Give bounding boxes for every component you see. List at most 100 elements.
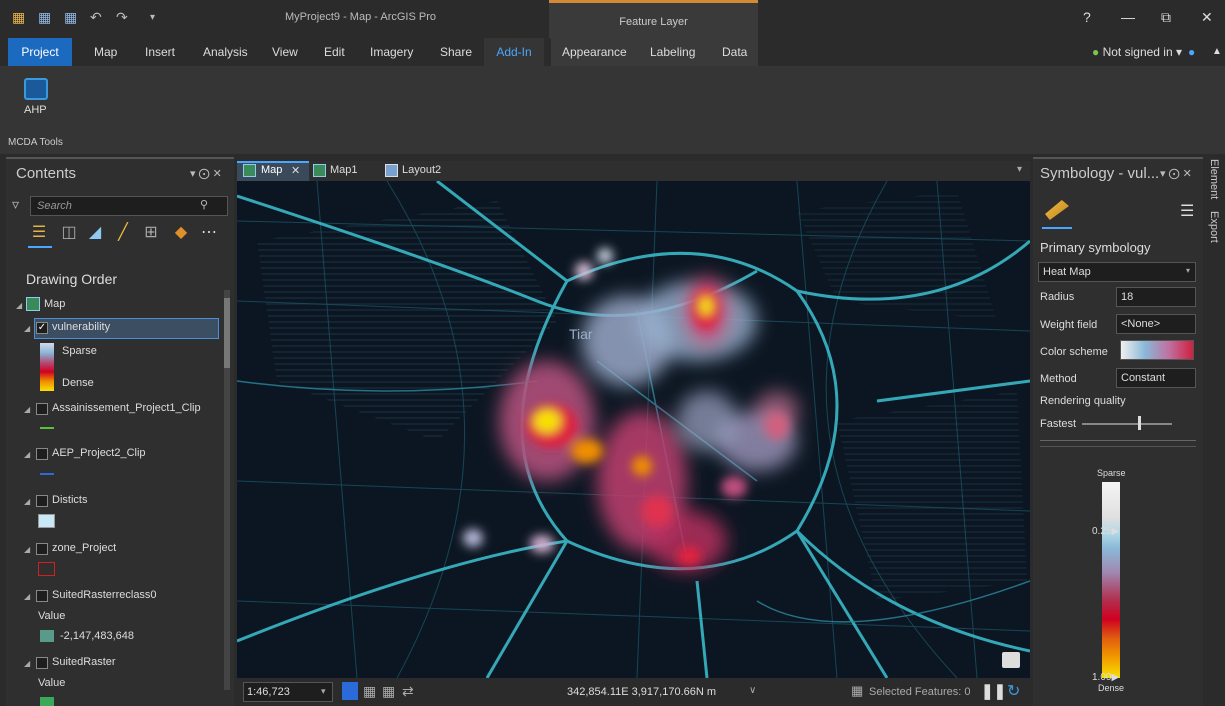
expand-vulnerability-icon[interactable]: ◢	[24, 324, 30, 333]
refresh-icon[interactable]: ↻	[1007, 681, 1020, 701]
contents-pane-controls[interactable]: ▾ ⨀ ✕	[190, 167, 222, 180]
more-icon[interactable]: ⋯	[200, 224, 218, 242]
menu-icon[interactable]: ☰	[1180, 201, 1194, 221]
tab-data[interactable]: Data	[712, 38, 757, 66]
map-node-label[interactable]: Map	[44, 298, 65, 310]
collapse-ribbon-icon[interactable]: ▲	[1202, 38, 1225, 66]
expand-suited-reclass-icon[interactable]: ◢	[24, 592, 30, 601]
drawing-order-icon[interactable]: ☰	[30, 224, 48, 242]
fixed-scale-icon[interactable]	[342, 682, 358, 700]
selected-features-count[interactable]: Selected Features: 0	[869, 686, 971, 698]
tabs-dropdown-icon[interactable]: ▾	[1017, 164, 1022, 175]
open-icon[interactable]: ▦	[38, 9, 51, 26]
contents-title: Contents	[16, 165, 77, 182]
grid-icon[interactable]: ▦	[363, 683, 376, 700]
aep-checkbox[interactable]	[36, 448, 48, 460]
zone-checkbox[interactable]	[36, 543, 48, 555]
coordinate-units-dropdown-icon[interactable]: ∨	[749, 685, 756, 696]
symbology-pane-controls[interactable]: ▾ ⨀ ✕	[1160, 167, 1192, 180]
value-heading-1: Value	[38, 610, 66, 622]
expand-map-icon[interactable]: ◢	[16, 301, 22, 310]
color-scheme-picker[interactable]	[1120, 340, 1194, 360]
restore-button[interactable]: ⧉	[1161, 9, 1171, 26]
signin-status[interactable]: ● Not signed in ▾	[1082, 38, 1192, 66]
tab-project[interactable]: Project	[8, 38, 72, 66]
minimize-button[interactable]: —	[1121, 9, 1135, 25]
primary-symbology-heading: Primary symbology	[1040, 240, 1151, 255]
filter-icon[interactable]: ▿	[12, 196, 19, 213]
layer-label-disticts[interactable]: Disticts	[52, 494, 87, 506]
expand-disticts-icon[interactable]: ◢	[24, 497, 30, 506]
tab-addin[interactable]: Add-In	[484, 38, 544, 66]
weight-field-label: Weight field	[1040, 319, 1098, 331]
ribbon-tabs: Project Map Insert Analysis View Edit Im…	[0, 38, 1225, 66]
scale-dropdown-icon[interactable]: ▾	[321, 686, 326, 697]
undo-icon[interactable]: ↶	[90, 9, 102, 26]
tab-share[interactable]: Share	[430, 38, 482, 66]
search-icon[interactable]: ⚲	[200, 198, 208, 211]
contents-scroll-thumb[interactable]	[224, 298, 230, 368]
pause-drawing-icon[interactable]: ❚❚	[981, 682, 1006, 700]
expand-assain-icon[interactable]: ◢	[24, 405, 30, 414]
layout-tab-icon	[385, 164, 398, 177]
tab-appearance[interactable]: Appearance	[552, 38, 637, 66]
ahp-tool-icon[interactable]	[24, 78, 48, 100]
table-icon[interactable]: ▦	[382, 683, 395, 700]
layer-label-suited[interactable]: SuitedRaster	[52, 656, 116, 668]
close-map-tab-icon[interactable]: ✕	[291, 164, 300, 177]
map-status-bar: 1:46,723 ▾ ▦ ▦ ⇄ 342,854.11E 3,917,170.6…	[237, 678, 1030, 706]
map1-tab-label[interactable]: Map1	[330, 164, 358, 176]
tab-imagery[interactable]: Imagery	[360, 38, 423, 66]
layer-label-aep[interactable]: AEP_Project2_Clip	[52, 447, 146, 459]
assain-checkbox[interactable]	[36, 403, 48, 415]
layer-label-zone[interactable]: zone_Project	[52, 542, 116, 554]
suited-reclass-checkbox[interactable]	[36, 590, 48, 602]
data-source-icon[interactable]: ◫	[60, 224, 78, 242]
renderer-dropdown-icon[interactable]: ▾	[1186, 266, 1190, 275]
layout2-tab-label[interactable]: Layout2	[402, 164, 441, 176]
radius-input[interactable]: 18	[1116, 287, 1196, 307]
layer-label-assain[interactable]: Assainissement_Project1_Clip	[52, 402, 201, 414]
snapping-icon[interactable]: ⊞	[142, 224, 160, 242]
side-tab-element[interactable]: Element	[1208, 159, 1220, 199]
project-icon[interactable]: ▦	[12, 9, 25, 26]
side-tab-export[interactable]: Export	[1208, 211, 1220, 243]
map-notes-icon[interactable]	[1002, 652, 1020, 668]
rendering-quality-slider[interactable]	[1082, 423, 1172, 425]
map1-tab-icon	[313, 164, 326, 177]
expand-zone-icon[interactable]: ◢	[24, 545, 30, 554]
suited-checkbox[interactable]	[36, 657, 48, 669]
map-render: Tiar	[237, 181, 1030, 678]
tab-map[interactable]: Map	[84, 38, 127, 66]
tab-view[interactable]: View	[262, 38, 308, 66]
renderer-dropdown[interactable]: Heat Map	[1038, 262, 1196, 282]
labeling-icon[interactable]: ◆	[172, 224, 190, 242]
disticts-checkbox[interactable]	[36, 495, 48, 507]
color-scheme-label: Color scheme	[1040, 346, 1108, 358]
tab-labeling[interactable]: Labeling	[640, 38, 705, 66]
layer-label-suited-reclass[interactable]: SuitedRasterreclass0	[52, 589, 157, 601]
tab-insert[interactable]: Insert	[135, 38, 185, 66]
close-button[interactable]: ✕	[1201, 9, 1213, 26]
vulnerability-checkbox[interactable]: ✓	[36, 322, 48, 334]
method-dropdown[interactable]: Constant	[1116, 368, 1196, 388]
weight-field-dropdown[interactable]: <None>	[1116, 314, 1196, 334]
ahp-tool-label[interactable]: AHP	[24, 104, 47, 116]
heatmap-color-ramp[interactable]	[1102, 482, 1120, 678]
sync-icon[interactable]: ⇄	[402, 683, 414, 700]
help-button[interactable]: ?	[1083, 9, 1091, 25]
contents-search-input[interactable]: Search	[30, 196, 228, 216]
redo-icon[interactable]: ↷	[116, 9, 128, 26]
legend-dense-label: Dense	[62, 377, 94, 389]
expand-aep-icon[interactable]: ◢	[24, 450, 30, 459]
rendering-quality-slider-thumb[interactable]	[1138, 416, 1141, 430]
customize-qat-icon[interactable]: ▾	[150, 12, 155, 23]
selection-icon[interactable]: ◢	[86, 224, 104, 242]
editing-icon[interactable]: ╱	[114, 224, 132, 242]
map-canvas[interactable]: Tiar	[237, 181, 1030, 678]
tab-edit[interactable]: Edit	[314, 38, 355, 66]
tab-analysis[interactable]: Analysis	[193, 38, 258, 66]
user-icon: ●	[1092, 45, 1100, 59]
save-icon[interactable]: ▦	[64, 9, 77, 26]
expand-suited-icon[interactable]: ◢	[24, 659, 30, 668]
